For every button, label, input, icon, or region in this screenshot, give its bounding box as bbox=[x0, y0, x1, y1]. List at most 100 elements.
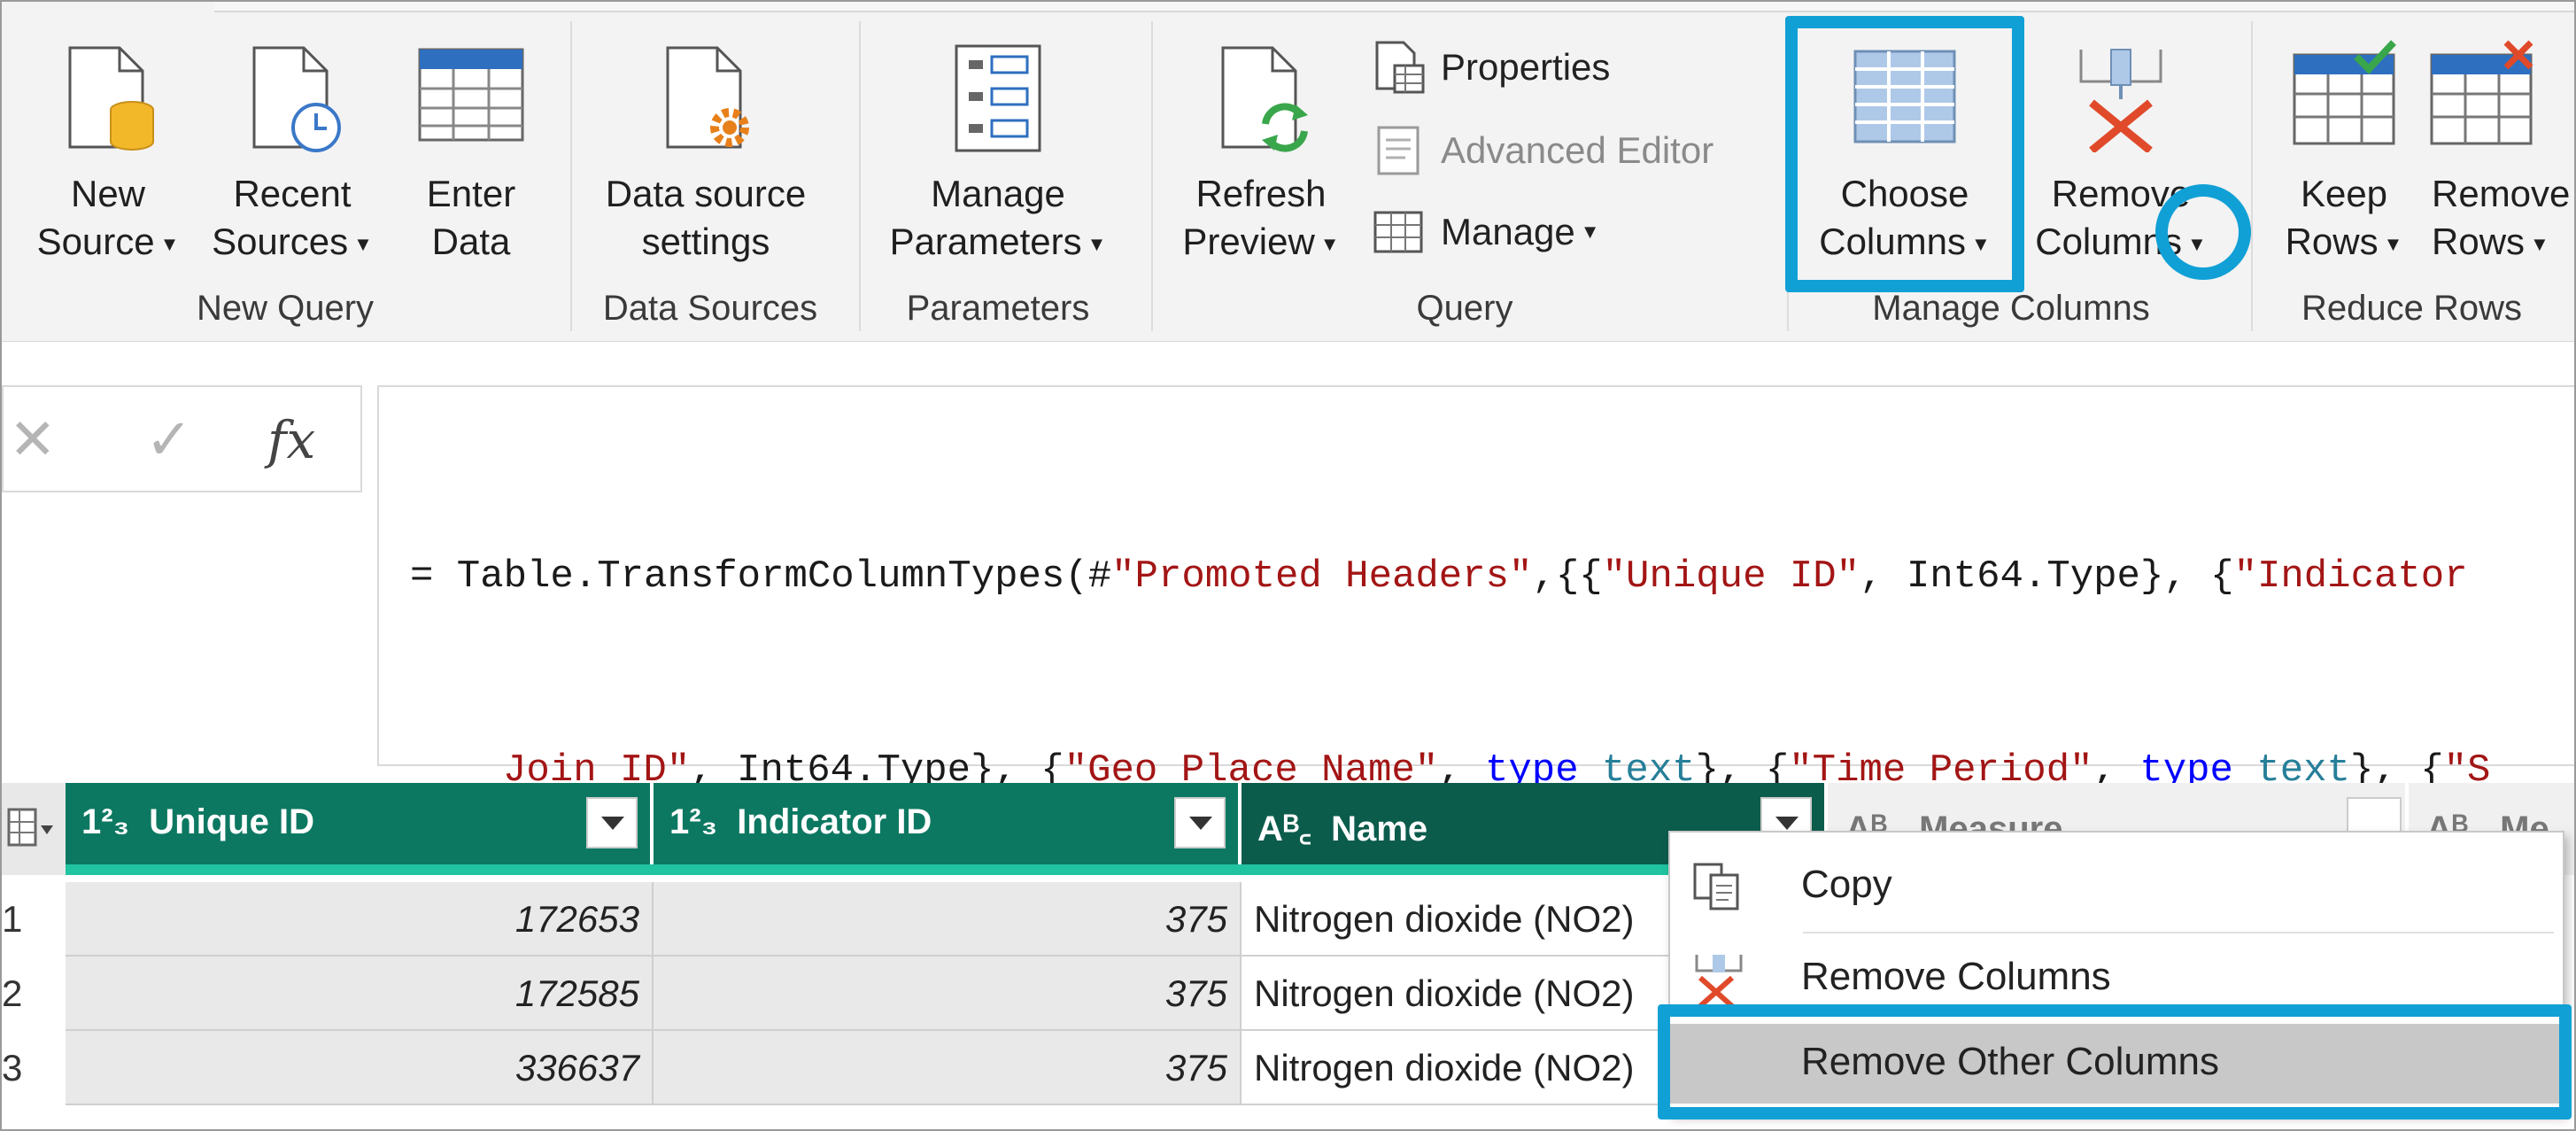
highlight-choose-columns bbox=[1785, 16, 2024, 292]
group-label-new-query: New Query bbox=[196, 289, 375, 328]
whole-number-type-icon: 1²₃ bbox=[669, 802, 718, 841]
advanced-editor-button[interactable]: Advanced Editor bbox=[1370, 122, 1713, 179]
row-number: 2 bbox=[2, 972, 23, 1014]
formula-token: ,{{ bbox=[1532, 554, 1603, 599]
keep-rows-icon bbox=[2293, 40, 2396, 145]
properties-button[interactable]: Properties bbox=[1370, 39, 1610, 96]
keep-rows-button[interactable]: Keep Rows ▼ bbox=[2264, 37, 2424, 267]
remove-rows-label-1: Remove bbox=[2432, 173, 2571, 214]
new-source-label-1: New bbox=[70, 173, 146, 214]
caret-down-icon: ▼ bbox=[1319, 232, 1340, 255]
recent-sources-button[interactable]: Recent Sources ▼ bbox=[204, 37, 381, 267]
advanced-editor-label: Advanced Editor bbox=[1441, 129, 1714, 171]
new-source-label-2: Source bbox=[36, 221, 155, 262]
group-separator bbox=[2251, 21, 2253, 331]
close-icon[interactable]: ✕ bbox=[9, 407, 57, 473]
power-query-window: New Source▼ Recent Sources▼ Enter Data bbox=[0, 0, 2576, 1131]
remove-rows-icon bbox=[2430, 40, 2533, 145]
column-header-indicator-id[interactable]: 1²₃ Indicator ID bbox=[654, 783, 1238, 871]
caret-down-icon: ▼ bbox=[159, 232, 180, 255]
copy-icon bbox=[1693, 863, 1739, 910]
table-icon bbox=[418, 48, 524, 142]
manage-label: Manage bbox=[1441, 211, 1575, 252]
check-icon[interactable]: ✓ bbox=[145, 407, 193, 473]
table-cell[interactable]: 336637 bbox=[66, 1031, 654, 1105]
column-quality-bar bbox=[66, 864, 1824, 875]
properties-icon bbox=[1375, 41, 1425, 94]
filter-dropdown-button[interactable] bbox=[586, 797, 638, 848]
group-separator bbox=[859, 21, 861, 331]
row-number: 1 bbox=[2, 898, 23, 940]
manage-query-button[interactable]: Manage ▼ bbox=[1370, 204, 1600, 260]
manage-parameters-label-2: Parameters bbox=[889, 221, 1082, 262]
group-separator bbox=[1151, 21, 1153, 331]
ribbon-tab-strip bbox=[214, 2, 2574, 12]
table-cell[interactable]: Nitrogen dioxide (NO2) bbox=[1242, 882, 1684, 957]
properties-label: Properties bbox=[1441, 46, 1611, 88]
recent-sources-label-1: Recent bbox=[233, 173, 352, 214]
manage-parameters-button[interactable]: Manage Parameters ▼ bbox=[874, 37, 1122, 267]
remove-columns-icon bbox=[2079, 49, 2162, 152]
group-label-reduce-rows: Reduce Rows bbox=[2301, 289, 2523, 328]
enter-data-button[interactable]: Enter Data bbox=[391, 37, 551, 267]
table-cell[interactable]: 375 bbox=[654, 882, 1242, 957]
filter-dropdown-button[interactable] bbox=[1174, 797, 1226, 848]
data-source-settings-label-1: Data source bbox=[605, 173, 807, 214]
new-source-button[interactable]: New Source ▼ bbox=[19, 37, 197, 267]
formula-token: "Promoted Headers" bbox=[1111, 554, 1533, 599]
formula-token: = Table.TransformColumnTypes(# bbox=[410, 554, 1112, 599]
group-separator bbox=[570, 21, 572, 331]
caret-down-icon: ▼ bbox=[2530, 232, 2549, 255]
table-menu-corner[interactable] bbox=[2, 783, 67, 875]
menu-item-copy[interactable]: Copy bbox=[1670, 847, 2559, 926]
keep-rows-label-2: Rows bbox=[2285, 221, 2379, 262]
caret-down-icon: ▼ bbox=[353, 232, 373, 255]
menu-separator bbox=[1803, 932, 2554, 933]
table-cell[interactable]: 172585 bbox=[66, 957, 654, 1031]
column-header-unique-id[interactable]: 1²₃ Unique ID bbox=[66, 783, 650, 871]
formula-line-1: = Table.TransformColumnTypes(#"Promoted … bbox=[410, 545, 2574, 609]
formula-token: "Unique ID" bbox=[1602, 554, 1860, 599]
caret-down-icon: ▼ bbox=[1087, 232, 1107, 255]
caret-down-icon: ▼ bbox=[1580, 221, 1600, 243]
remove-rows-button[interactable]: Remove Rows ▼ bbox=[2426, 37, 2574, 267]
highlight-remove-other-columns bbox=[1658, 1004, 2572, 1119]
formula-editor[interactable]: = Table.TransformColumnTypes(#"Promoted … bbox=[377, 385, 2574, 793]
group-label-parameters: Parameters bbox=[906, 289, 1090, 328]
refresh-preview-button[interactable]: Refresh Preview ▼ bbox=[1164, 37, 1358, 267]
group-label-query: Query bbox=[1416, 289, 1513, 328]
fx-label[interactable]: fx bbox=[267, 410, 315, 470]
group-label-manage-columns: Manage Columns bbox=[1872, 289, 2150, 328]
formula-token: , Int64.Type}, { bbox=[1860, 554, 2234, 599]
advanced-editor-icon bbox=[1377, 126, 1420, 175]
menu-item-label: Copy bbox=[1801, 863, 1892, 906]
table-cell[interactable]: Nitrogen dioxide (NO2) bbox=[1242, 957, 1684, 1031]
whole-number-type-icon: 1²₃ bbox=[81, 802, 130, 841]
data-source-settings-button[interactable]: Data source settings bbox=[586, 37, 825, 267]
table-cell[interactable]: 172653 bbox=[66, 882, 654, 957]
menu-item-label: Remove Columns bbox=[1801, 955, 2111, 998]
remove-rows-label-2: Rows bbox=[2432, 221, 2526, 262]
data-source-settings-label-2: settings bbox=[641, 221, 770, 262]
refresh-preview-label-2: Preview bbox=[1182, 221, 1315, 262]
group-label-data-sources: Data Sources bbox=[602, 289, 818, 328]
formula-bar-controls: ✕ ✓ fx bbox=[2, 385, 362, 492]
new-source-icon bbox=[68, 46, 154, 151]
table-cell[interactable]: 375 bbox=[654, 1031, 1242, 1105]
text-type-icon: Aᴮ꜀ bbox=[1257, 810, 1311, 848]
table-cell[interactable]: Nitrogen dioxide (NO2) bbox=[1242, 1031, 1684, 1105]
table-cell[interactable]: 375 bbox=[654, 957, 1242, 1031]
remove-columns-icon bbox=[1695, 955, 1743, 1006]
enter-data-label-1: Enter bbox=[426, 173, 516, 214]
refresh-preview-label-1: Refresh bbox=[1195, 173, 1327, 214]
ribbon: New Source▼ Recent Sources▼ Enter Data bbox=[2, 2, 2574, 342]
manage-parameters-label-1: Manage bbox=[931, 173, 1065, 214]
column-name: Indicator ID bbox=[737, 802, 932, 841]
data-source-settings-icon bbox=[666, 46, 749, 149]
formula-token: "Indicator bbox=[2233, 554, 2468, 599]
column-name: Unique ID bbox=[149, 802, 314, 841]
caret-down-icon: ▼ bbox=[2383, 232, 2403, 255]
refresh-icon bbox=[1221, 46, 1308, 152]
enter-data-label-2: Data bbox=[431, 221, 511, 262]
column-name: Name bbox=[1331, 810, 1428, 848]
